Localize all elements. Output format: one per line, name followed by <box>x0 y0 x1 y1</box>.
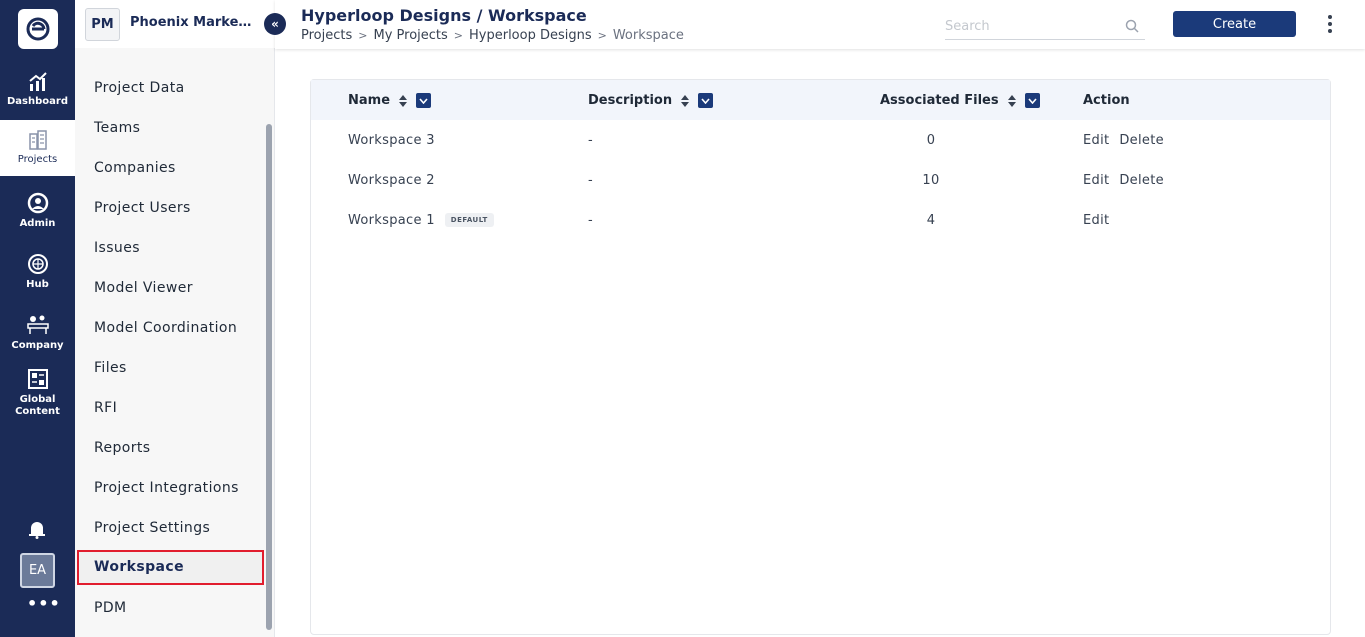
project-initials: PM <box>85 8 120 41</box>
row-actions: Edit Delete <box>1083 173 1164 188</box>
nav-project-settings[interactable]: Project Settings <box>94 520 210 536</box>
create-button[interactable]: Create <box>1173 11 1296 37</box>
nav-project-integrations[interactable]: Project Integrations <box>94 480 239 496</box>
breadcrumb: Projects > My Projects > Hyperloop Desig… <box>301 28 684 43</box>
nav-workspace-label: Workspace <box>94 559 184 575</box>
nav-reports[interactable]: Reports <box>94 440 151 456</box>
rail-admin-label: Admin <box>19 218 56 229</box>
row-description: - <box>588 213 593 228</box>
search-box <box>945 14 1145 40</box>
logo-icon <box>26 17 50 41</box>
row-name[interactable]: Workspace 3 <box>348 133 435 148</box>
notifications-bell-icon[interactable] <box>27 519 47 543</box>
row-actions: Edit Delete <box>1083 133 1164 148</box>
column-name-label: Name <box>348 93 391 108</box>
rail-hub-label: Hub <box>26 279 49 290</box>
collapse-sidebar-button[interactable]: « <box>264 13 286 35</box>
row-files: 0 <box>926 133 936 148</box>
sort-icon[interactable] <box>1007 94 1017 108</box>
edit-link[interactable]: Edit <box>1083 213 1109 228</box>
people-desk-icon <box>26 315 49 334</box>
search-input[interactable] <box>945 14 1115 38</box>
rail-company[interactable]: Company <box>0 305 75 361</box>
breadcrumb-current: Workspace <box>612 28 684 43</box>
user-avatar[interactable]: EA <box>20 553 55 588</box>
rail-global-content[interactable]: Global Content <box>0 364 75 422</box>
row-name-cell: Workspace 1 DEFAULT <box>348 213 494 228</box>
filter-dropdown-icon[interactable] <box>1024 93 1040 108</box>
rail-dashboard-label: Dashboard <box>7 96 68 107</box>
chart-up-icon <box>28 72 47 91</box>
rail-dashboard[interactable]: Dashboard <box>0 62 75 118</box>
row-files: 10 <box>922 173 940 188</box>
breadcrumb-hyperloop-designs[interactable]: Hyperloop Designs <box>469 28 592 43</box>
grid-content-icon <box>27 369 48 389</box>
project-sidebar: PM Phoenix Marke… « Project Data Teams C… <box>75 0 286 637</box>
delete-link[interactable]: Delete <box>1119 173 1164 188</box>
sidebar-scrollbar[interactable] <box>266 124 272 630</box>
row-name[interactable]: Workspace 1 <box>348 213 435 228</box>
breadcrumb-my-projects[interactable]: My Projects <box>373 28 447 43</box>
edit-link[interactable]: Edit <box>1083 133 1109 148</box>
double-chevron-left-icon: « <box>271 17 279 31</box>
default-badge: DEFAULT <box>444 213 494 227</box>
workspace-table: Name Description Associated Files Action… <box>310 79 1331 635</box>
nav-model-viewer[interactable]: Model Viewer <box>94 280 193 296</box>
rail-company-label: Company <box>11 340 64 351</box>
rail-admin[interactable]: Admin <box>0 183 75 239</box>
breadcrumb-projects[interactable]: Projects <box>301 28 352 43</box>
project-name: Phoenix Marke… <box>130 15 252 30</box>
row-description: - <box>588 173 593 188</box>
column-action-label: Action <box>1083 93 1130 108</box>
rail-projects-label: Projects <box>17 154 58 165</box>
nav-model-coordination[interactable]: Model Coordination <box>94 320 237 336</box>
row-description: - <box>588 133 593 148</box>
page-title: Hyperloop Designs / Workspace <box>301 6 587 25</box>
column-description-label: Description <box>588 93 673 108</box>
app-logo[interactable] <box>18 9 58 49</box>
sort-icon[interactable] <box>680 94 690 108</box>
buildings-icon <box>28 130 47 150</box>
column-associated-files-label: Associated Files <box>880 93 999 108</box>
rail-global-content-label: Global Content <box>15 394 60 417</box>
nav-pdm[interactable]: PDM <box>94 600 127 616</box>
page-header: Hyperloop Designs / Workspace Projects >… <box>275 0 1365 49</box>
nav-project-data[interactable]: Project Data <box>94 80 185 96</box>
chevron-right-icon: > <box>453 29 463 42</box>
chevron-right-icon: > <box>358 29 368 42</box>
column-description: Description <box>588 93 714 108</box>
column-action: Action <box>1083 93 1130 108</box>
nav-teams[interactable]: Teams <box>94 120 140 136</box>
search-icon[interactable] <box>1125 18 1139 37</box>
nav-workspace[interactable]: Workspace <box>77 550 264 585</box>
row-files: 4 <box>926 213 936 228</box>
rail-hub[interactable]: Hub <box>0 244 75 300</box>
nav-rfi[interactable]: RFI <box>94 400 117 416</box>
globe-icon <box>27 254 48 274</box>
nav-companies[interactable]: Companies <box>94 160 176 176</box>
rail-projects[interactable]: Projects <box>0 120 75 176</box>
delete-link[interactable]: Delete <box>1119 133 1164 148</box>
nav-files[interactable]: Files <box>94 360 127 376</box>
project-switcher[interactable]: PM Phoenix Marke… <box>75 0 275 48</box>
sort-icon[interactable] <box>398 94 408 108</box>
more-menu-icon[interactable]: ••• <box>27 594 61 613</box>
column-name: Name <box>348 93 432 108</box>
row-name[interactable]: Workspace 2 <box>348 173 435 188</box>
filter-dropdown-icon[interactable] <box>416 93 432 108</box>
edit-link[interactable]: Edit <box>1083 173 1109 188</box>
nav-project-users[interactable]: Project Users <box>94 200 191 216</box>
app-rail: Dashboard Projects Admin Hub Company Glo… <box>0 0 75 637</box>
nav-issues[interactable]: Issues <box>94 240 140 256</box>
column-associated-files: Associated Files <box>880 93 1040 108</box>
chevron-right-icon: > <box>597 29 607 42</box>
user-circle-icon <box>27 192 48 214</box>
row-actions: Edit <box>1083 213 1119 228</box>
filter-dropdown-icon[interactable] <box>698 93 714 108</box>
kebab-menu-icon[interactable] <box>1325 13 1335 35</box>
table-header: Name Description Associated Files Action <box>311 80 1330 120</box>
